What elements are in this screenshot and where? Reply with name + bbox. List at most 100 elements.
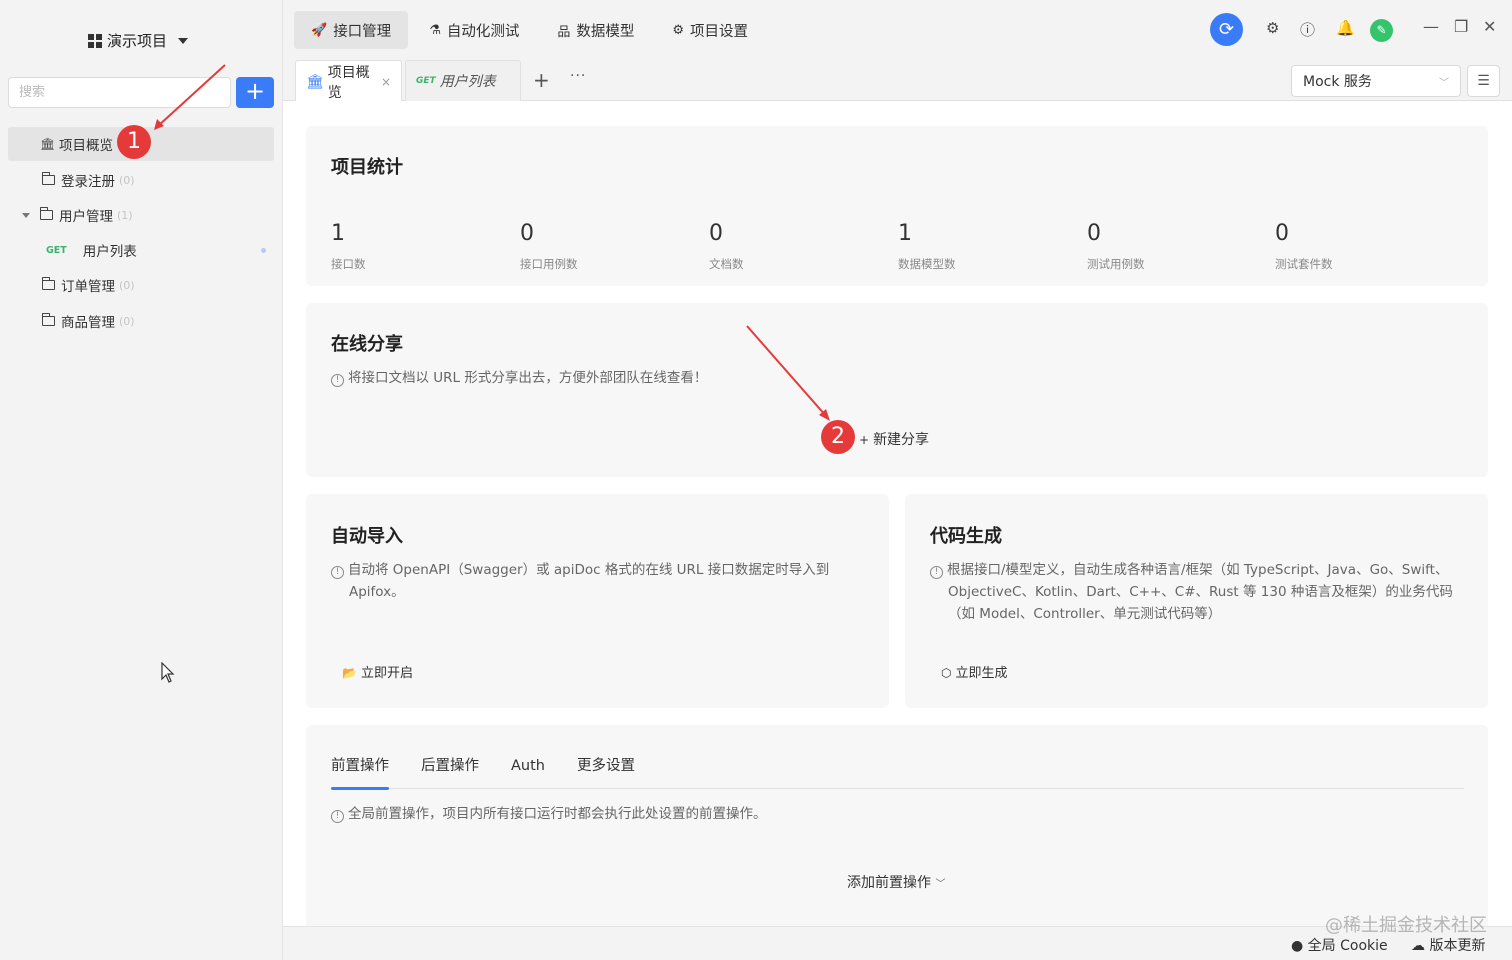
mock-service-select[interactable]: Mock 服务 ﹀ bbox=[1291, 65, 1461, 97]
desc-text: （如 Model、Controller、单元测试代码等） bbox=[948, 606, 1222, 622]
avatar[interactable]: ✎ bbox=[1370, 19, 1393, 42]
update-label: 版本更新 bbox=[1429, 938, 1486, 954]
desc-text: 自动将 OpenAPI（Swagger）或 apiDoc 格式的在线 URL 接… bbox=[348, 562, 830, 578]
version-update-button[interactable]: ☁ 版本更新 bbox=[1411, 935, 1485, 955]
sidebar-item-orders[interactable]: 订单管理 (0) bbox=[8, 268, 274, 302]
operations-card: 前置操作 后置操作 Auth 更多设置 ! 全局前置操作，项目内所有接口运行时都会… bbox=[306, 725, 1488, 926]
main-content: 项目统计 1 接口数 0 接口用例数 0 文档数 1 数据模型数 0 测试用例数… bbox=[283, 101, 1512, 926]
search-input[interactable] bbox=[8, 77, 231, 108]
folder-open-icon: 📂 bbox=[342, 666, 357, 680]
project-switcher[interactable]: 演示项目 bbox=[88, 30, 189, 51]
sidebar-item-label: 用户管理 bbox=[59, 209, 113, 225]
stat-item: 1 接口数 bbox=[331, 221, 366, 272]
method-tag: GET bbox=[416, 76, 436, 86]
more-icon[interactable]: ··· bbox=[570, 68, 586, 84]
settings-icon[interactable]: ⚙ bbox=[1266, 19, 1279, 37]
enable-import-button[interactable]: 📂 立即开启 bbox=[342, 662, 413, 681]
nav-automation-test[interactable]: ⚗ 自动化测试 bbox=[412, 11, 536, 49]
new-tab-icon[interactable]: + bbox=[533, 68, 550, 92]
chevron-down-icon: ﹀ bbox=[935, 879, 946, 890]
tab-auth[interactable]: Auth bbox=[511, 755, 545, 789]
nav-api-management[interactable]: 🚀 接口管理 bbox=[294, 11, 409, 49]
tab-label: 项目概览 bbox=[327, 64, 370, 101]
stat-label: 接口数 bbox=[331, 257, 366, 271]
info-icon: ! bbox=[930, 566, 943, 579]
desc-text: Apifox。 bbox=[349, 584, 405, 600]
sidebar-item-label: 用户列表 bbox=[82, 244, 137, 260]
folder-icon bbox=[42, 172, 55, 185]
add-pre-operation-button[interactable]: 添加前置操作 ﹀ bbox=[847, 872, 945, 892]
card-description: ! 全局前置操作，项目内所有接口运行时都会执行此处设置的前置操作。 bbox=[331, 803, 767, 825]
new-share-button[interactable]: + 新建分享 bbox=[859, 429, 929, 449]
watermark: @稀土掘金技术社区 bbox=[1325, 915, 1487, 936]
nav-project-settings[interactable]: ⚙ 项目设置 bbox=[655, 11, 765, 49]
bank-icon: 🏛 bbox=[306, 73, 324, 90]
sidebar-item-label: 订单管理 bbox=[61, 279, 115, 295]
stat-label: 测试套件数 bbox=[1275, 257, 1333, 271]
expand-arrow-icon[interactable] bbox=[22, 212, 30, 218]
desc-text: 根据接口/模型定义，自动生成各种语言/框架（如 TypeScript、Java、… bbox=[947, 562, 1449, 578]
tab-user-list[interactable]: GET 用户列表 bbox=[405, 60, 521, 101]
bank-icon: 🏛 bbox=[40, 137, 56, 151]
status-dot bbox=[261, 247, 266, 253]
tab-project-overview[interactable]: 🏛 项目概览 × bbox=[295, 60, 402, 102]
nav-label: 接口管理 bbox=[333, 23, 392, 40]
sync-icon: ⟳ bbox=[1218, 19, 1235, 40]
method-tag: GET bbox=[46, 244, 67, 256]
list-view-button[interactable]: ☰ bbox=[1467, 65, 1500, 97]
folder-icon bbox=[42, 277, 55, 290]
card-title: 代码生成 bbox=[930, 526, 1002, 547]
card-description: ! 根据接口/模型定义，自动生成各种语言/框架（如 TypeScript、Java… bbox=[930, 559, 1453, 625]
bell-icon[interactable]: 🔔 bbox=[1336, 19, 1355, 37]
sidebar-item-label: 项目概览 bbox=[59, 138, 113, 154]
stat-number: 0 bbox=[520, 221, 534, 246]
annotation-marker: 1 bbox=[117, 125, 151, 159]
stat-number: 0 bbox=[1087, 221, 1101, 246]
plus-icon: + bbox=[859, 433, 870, 447]
generate-code-button[interactable]: ⬡ 立即生成 bbox=[941, 662, 1008, 681]
action-label: 新建分享 bbox=[873, 432, 930, 448]
list-icon: ☰ bbox=[1477, 73, 1490, 89]
top-nav: 🚀 接口管理 ⚗ 自动化测试 品 数据模型 ⚙ 项目设置 bbox=[294, 11, 765, 49]
sidebar-item-products[interactable]: 商品管理 (0) bbox=[8, 304, 274, 338]
tab-more-settings[interactable]: 更多设置 bbox=[577, 755, 635, 789]
sidebar-item-login[interactable]: 登录注册 (0) bbox=[8, 163, 274, 197]
add-button[interactable]: + bbox=[236, 77, 274, 108]
sidebar-item-user-mgmt[interactable]: 用户管理 (1) bbox=[8, 198, 274, 232]
share-card: 在线分享 ! 将接口文档以 URL 形式分享出去，方便外部团队在线查看！ + 新建分… bbox=[306, 303, 1488, 477]
restore-icon[interactable]: ❐ bbox=[1454, 17, 1468, 36]
item-count: (1) bbox=[117, 208, 133, 222]
top-bar: 🚀 接口管理 ⚗ 自动化测试 品 数据模型 ⚙ 项目设置 ⟳ ⚙ ⓘ 🔔 ✎ —… bbox=[283, 0, 1512, 60]
desc-text: ObjectiveC、Kotlin、Dart、C++、C#、Rust 等 130… bbox=[948, 584, 1453, 600]
info-icon: ! bbox=[331, 374, 344, 387]
card-title: 项目统计 bbox=[331, 157, 403, 178]
tab-pre-operations[interactable]: 前置操作 bbox=[331, 755, 389, 790]
sidebar-item-label: 商品管理 bbox=[61, 315, 115, 331]
minimize-icon[interactable]: — bbox=[1423, 17, 1439, 36]
nav-data-model[interactable]: 品 数据模型 bbox=[540, 11, 651, 49]
cube-icon: ⬡ bbox=[941, 666, 952, 680]
cookie-label: 全局 Cookie bbox=[1307, 938, 1388, 954]
help-icon[interactable]: ⓘ bbox=[1300, 19, 1315, 40]
close-icon[interactable]: × bbox=[381, 75, 391, 89]
global-cookie-button[interactable]: ● 全局 Cookie bbox=[1291, 935, 1388, 955]
close-icon[interactable]: ✕ bbox=[1483, 17, 1496, 36]
info-icon: ! bbox=[331, 566, 344, 579]
sidebar-item-user-list[interactable]: GET 用户列表 bbox=[8, 233, 274, 267]
desc-text: 将接口文档以 URL 形式分享出去，方便外部团队在线查看！ bbox=[348, 370, 708, 386]
mouse-cursor-icon bbox=[161, 662, 175, 683]
card-title: 在线分享 bbox=[331, 334, 403, 355]
sync-button[interactable]: ⟳ bbox=[1210, 13, 1243, 46]
tab-label: 用户列表 bbox=[439, 74, 496, 90]
stat-label: 文档数 bbox=[709, 257, 744, 271]
grid-icon bbox=[88, 33, 102, 48]
tab-post-operations[interactable]: 后置操作 bbox=[421, 755, 479, 789]
nav-label: 自动化测试 bbox=[446, 23, 520, 40]
nav-label: 项目设置 bbox=[690, 23, 749, 40]
sidebar-item-label: 登录注册 bbox=[61, 174, 115, 190]
stats-card: 项目统计 1 接口数 0 接口用例数 0 文档数 1 数据模型数 0 测试用例数… bbox=[306, 126, 1488, 286]
stat-item: 0 文档数 bbox=[709, 221, 744, 272]
action-label: 立即开启 bbox=[360, 666, 413, 681]
stat-number: 1 bbox=[898, 221, 912, 246]
rocket-icon: 🚀 bbox=[311, 22, 328, 38]
